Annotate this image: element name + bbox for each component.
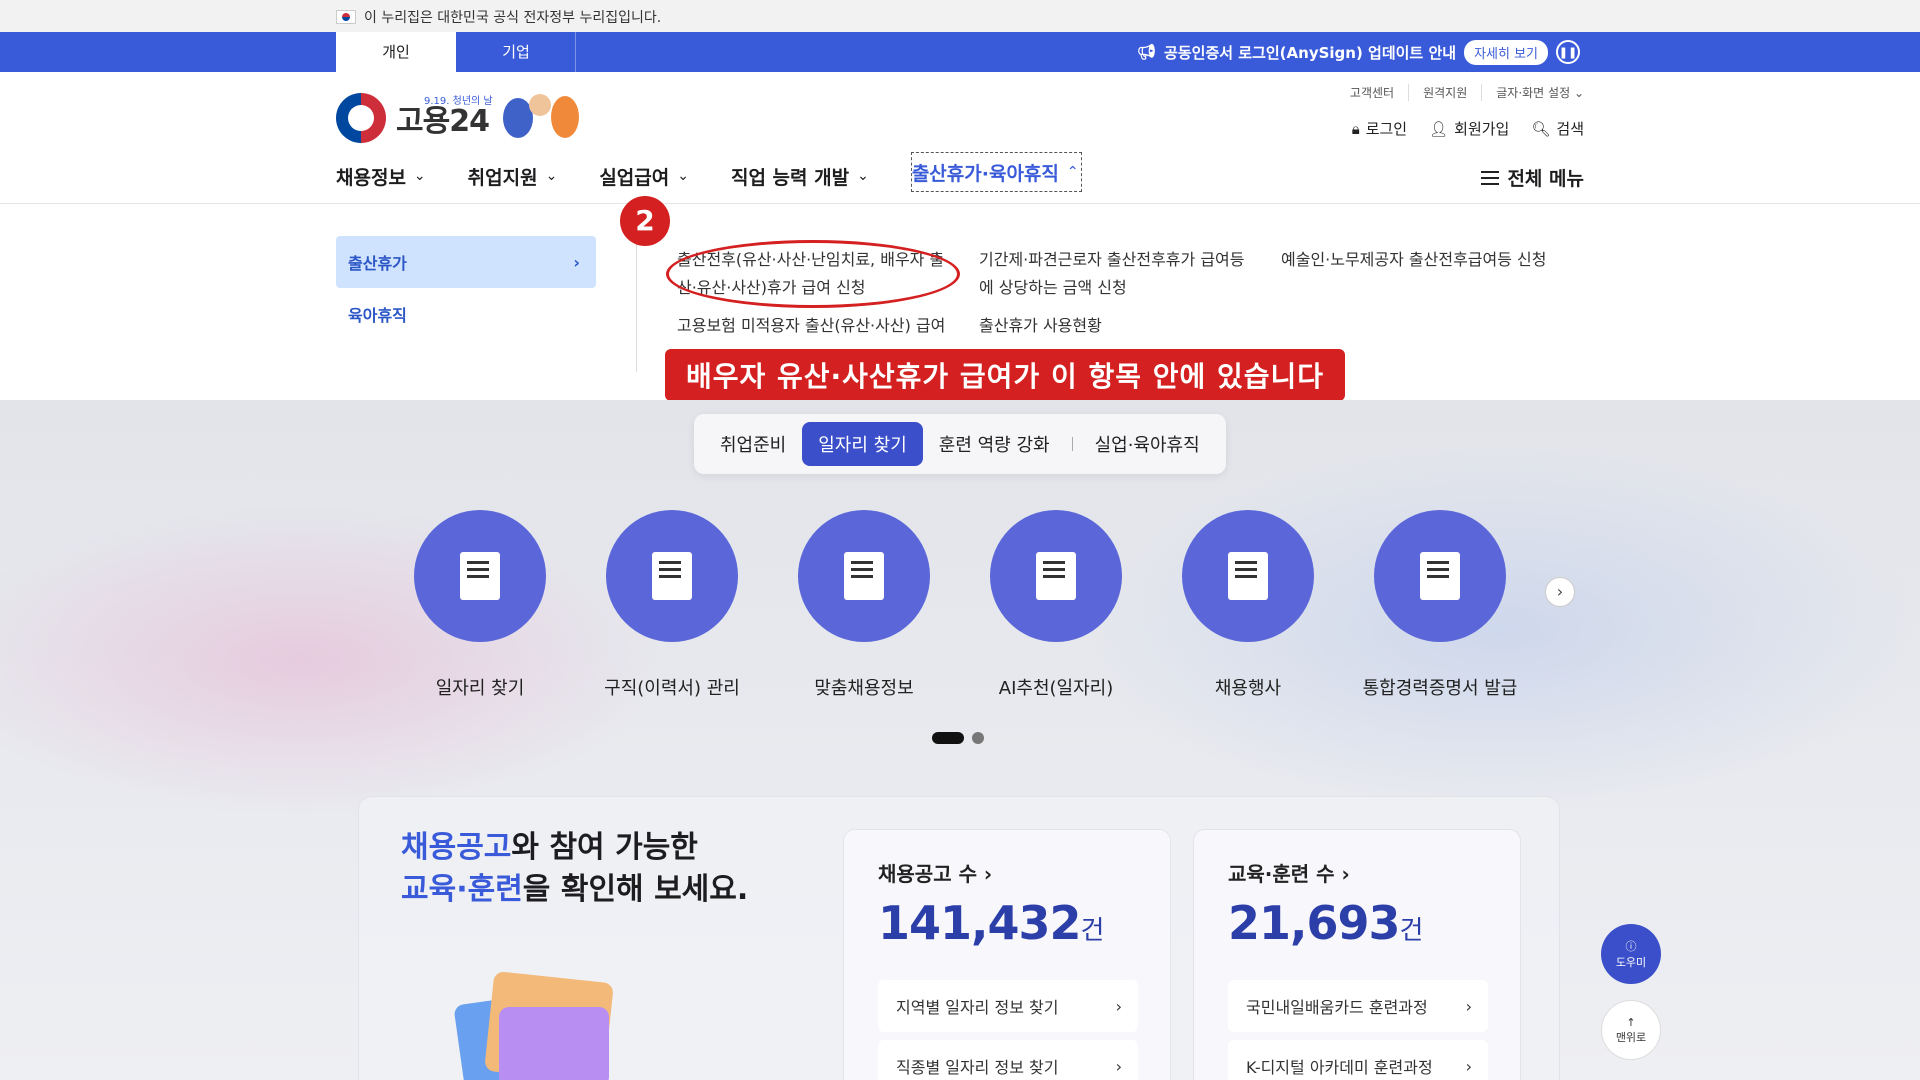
taegeuk-logo-icon <box>336 93 386 143</box>
magic-wand-icon <box>1036 552 1076 600</box>
training-count-card: 교육·훈련 수 › 21,693건 국민내일배움카드 훈련과정 › K-디지털 아… <box>1193 829 1521 1080</box>
link-uninsured-benefit[interactable]: 고용보험 미적용자 출산(유산·사산) 급여 <box>677 312 945 340</box>
login-link[interactable]: 🔒︎ 로그인 <box>1352 118 1407 139</box>
user-links: 🔒︎ 로그인 👤︎ 회원가입 🔍︎ 검색 <box>1352 118 1584 139</box>
category-chip-bar: 취업준비 일자리 찾기 훈련 역량 강화 실업·육아휴직 <box>694 414 1226 474</box>
lock-icon: 🔒︎ <box>1351 119 1360 138</box>
notice-bar: 📢︎ 공동인증서 로그인(AnySign) 업데이트 안내 자세히 보기 ❚❚ <box>1137 32 1580 72</box>
calendar-star-icon <box>1228 552 1268 600</box>
chip-job-search[interactable]: 일자리 찾기 <box>802 422 923 466</box>
chevron-right-icon: › <box>1465 1056 1472 1076</box>
training-count: 21,693건 <box>1228 896 1423 950</box>
pagination-dot[interactable] <box>972 732 984 744</box>
tab-company[interactable]: 기업 <box>456 32 576 72</box>
chip-training[interactable]: 훈련 역량 강화 <box>923 422 1066 466</box>
link-artist-benefit[interactable]: 예술인·노무제공자 출산전후급여등 신청 <box>1281 246 1547 274</box>
annotation-highlight-circle <box>666 240 960 308</box>
display-settings-link[interactable]: 글자·화면 설정 ⌄ <box>1481 84 1584 101</box>
service-ai-recommend[interactable]: AI추천(일자리) <box>956 510 1156 700</box>
notice-text[interactable]: 공동인증서 로그인(AnySign) 업데이트 안내 <box>1164 42 1456 63</box>
service-job-fair[interactable]: 채용행사 <box>1148 510 1348 700</box>
job-postings-card: 채용공고 수 › 141,432건 지역별 일자리 정보 찾기 › 직종별 일자리… <box>843 829 1171 1080</box>
logo-subtext: 9.19. 청년의 날 <box>424 96 493 107</box>
helper-button[interactable]: ⓘ 도우미 <box>1601 924 1661 984</box>
megaphone-icon: 📢︎ <box>1137 43 1157 61</box>
service-custom-recruit[interactable]: 맞춤채용정보 <box>764 510 964 700</box>
site-logo[interactable]: 고용24 9.19. 청년의 날 <box>336 92 589 144</box>
chevron-up-icon: ⌃ <box>1066 164 1079 180</box>
carousel-pagination <box>932 732 984 744</box>
korea-flag-icon <box>336 10 356 24</box>
chip-job-prep[interactable]: 취업준비 <box>704 422 802 466</box>
chevron-down-icon: ⌄ <box>857 168 869 184</box>
service-job-search[interactable]: 일자리 찾기 <box>380 510 580 700</box>
k-digital-training-link[interactable]: K-디지털 아카데미 훈련과정 › <box>1228 1040 1488 1080</box>
signup-link[interactable]: 👤︎ 회원가입 <box>1429 118 1509 139</box>
customer-center-link[interactable]: 고객센터 <box>1350 84 1394 101</box>
pagination-dot-active[interactable] <box>932 732 964 744</box>
mega-side-item-maternity-leave[interactable]: 출산휴가 › <box>336 236 596 288</box>
service-resume-manage[interactable]: 구직(이력서) 관리 <box>572 510 772 700</box>
occupation-job-link[interactable]: 직종별 일자리 정보 찾기 › <box>878 1040 1138 1080</box>
user-plus-icon: 👤︎ <box>1429 119 1449 138</box>
all-menu-button[interactable]: 전체 메뉴 <box>1481 164 1584 191</box>
link-leave-usage-status[interactable]: 출산휴가 사용현황 <box>979 312 1102 340</box>
chevron-right-icon: › <box>573 252 580 272</box>
job-postings-title[interactable]: 채용공고 수 › <box>878 858 992 887</box>
doc-search-icon <box>460 552 500 600</box>
chevron-down-icon: ⌄ <box>545 168 558 184</box>
annotation-step-number: 2 <box>620 196 670 246</box>
notice-more-button[interactable]: 자세히 보기 <box>1464 39 1548 65</box>
remote-support-link[interactable]: 원격지원 <box>1408 84 1467 101</box>
hamburger-icon <box>1481 170 1500 185</box>
chip-unemployment-leave[interactable]: 실업·육아휴직 <box>1079 422 1216 466</box>
mega-divider <box>636 244 637 372</box>
scroll-top-button[interactable]: ↑ 맨위로 <box>1601 1000 1661 1060</box>
training-count-title[interactable]: 교육·훈련 수 › <box>1228 858 1350 887</box>
job-postings-count: 141,432건 <box>878 896 1104 950</box>
gov-banner-text: 이 누리집은 대한민국 공식 전자정부 누리집입니다. <box>364 10 662 26</box>
annotation-label: 배우자 유산·사산휴가 급여가 이 항목 안에 있습니다 <box>665 349 1345 401</box>
chevron-down-icon: ⌄ <box>413 168 426 184</box>
search-link[interactable]: 🔍︎ 검색 <box>1531 118 1584 139</box>
tab-individual[interactable]: 개인 <box>336 32 456 72</box>
arrow-up-icon: ↑ <box>1626 1015 1636 1029</box>
utility-links: 고객센터 원격지원 글자·화면 설정 ⌄ <box>1350 84 1584 101</box>
chip-divider <box>1071 437 1073 451</box>
chevron-right-icon: › <box>1115 996 1122 1016</box>
service-career-certificate[interactable]: 통합경력증명서 발급 <box>1340 510 1540 700</box>
panel-title: 채용공고와 참여 가능한 교육·훈련을 확인해 보세요. <box>401 830 749 907</box>
gnb-maternity-parental-leave[interactable]: 출산휴가·육아휴직 ⌃ <box>910 152 1082 192</box>
folder-illustration-icon <box>449 967 629 1080</box>
tab-divider <box>575 32 576 72</box>
youth-day-characters-icon <box>499 92 589 144</box>
gnb-vocational-training[interactable]: 직업 능력 개발 ⌄ <box>731 156 869 196</box>
search-icon: 🔍︎ <box>1531 119 1551 138</box>
gnb-unemployment-benefit[interactable]: 실업급여 ⌄ <box>599 156 689 196</box>
gov-banner: 이 누리집은 대한민국 공식 전자정부 누리집입니다. <box>0 0 1920 32</box>
puzzle-person-icon <box>844 552 884 600</box>
chevron-down-icon: ⌄ <box>677 168 689 184</box>
chevron-right-icon: › <box>1465 996 1472 1016</box>
mega-side-item-parental-leave[interactable]: 육아휴직 <box>348 302 407 326</box>
chevron-right-icon: › <box>1115 1056 1122 1076</box>
question-icon: ⓘ <box>1625 940 1637 953</box>
doc-check-icon <box>652 552 692 600</box>
link-temp-worker-benefit[interactable]: 기간제·파견근로자 출산전후휴가 급여등 에 상당하는 금액 신청 <box>979 246 1245 302</box>
regional-job-link[interactable]: 지역별 일자리 정보 찾기 › <box>878 980 1138 1032</box>
doc-gear-icon <box>1420 552 1460 600</box>
site-header: 고용24 9.19. 청년의 날 고객센터 원격지원 글자·화면 설정 ⌄ 🔒︎… <box>0 72 1920 204</box>
gnb-job-info[interactable]: 채용정보 ⌄ <box>336 156 426 196</box>
main-navigation: 채용정보 ⌄ 취업지원 ⌄ 실업급여 ⌄ 직업 능력 개발 ⌄ 출산휴가·육아휴직 ⌃ <box>336 152 1082 196</box>
naeil-card-training-link[interactable]: 국민내일배움카드 훈련과정 › <box>1228 980 1488 1032</box>
pause-icon[interactable]: ❚❚ <box>1556 40 1580 64</box>
gnb-employment-support[interactable]: 취업지원 ⌄ <box>468 156 558 196</box>
carousel-next-button[interactable]: › <box>1545 577 1575 607</box>
top-tab-bar: 개인 기업 📢︎ 공동인증서 로그인(AnySign) 업데이트 안내 자세히 … <box>0 32 1920 72</box>
stats-panel: 채용공고와 참여 가능한 교육·훈련을 확인해 보세요. 채용공고 수 › 14… <box>358 796 1560 1080</box>
